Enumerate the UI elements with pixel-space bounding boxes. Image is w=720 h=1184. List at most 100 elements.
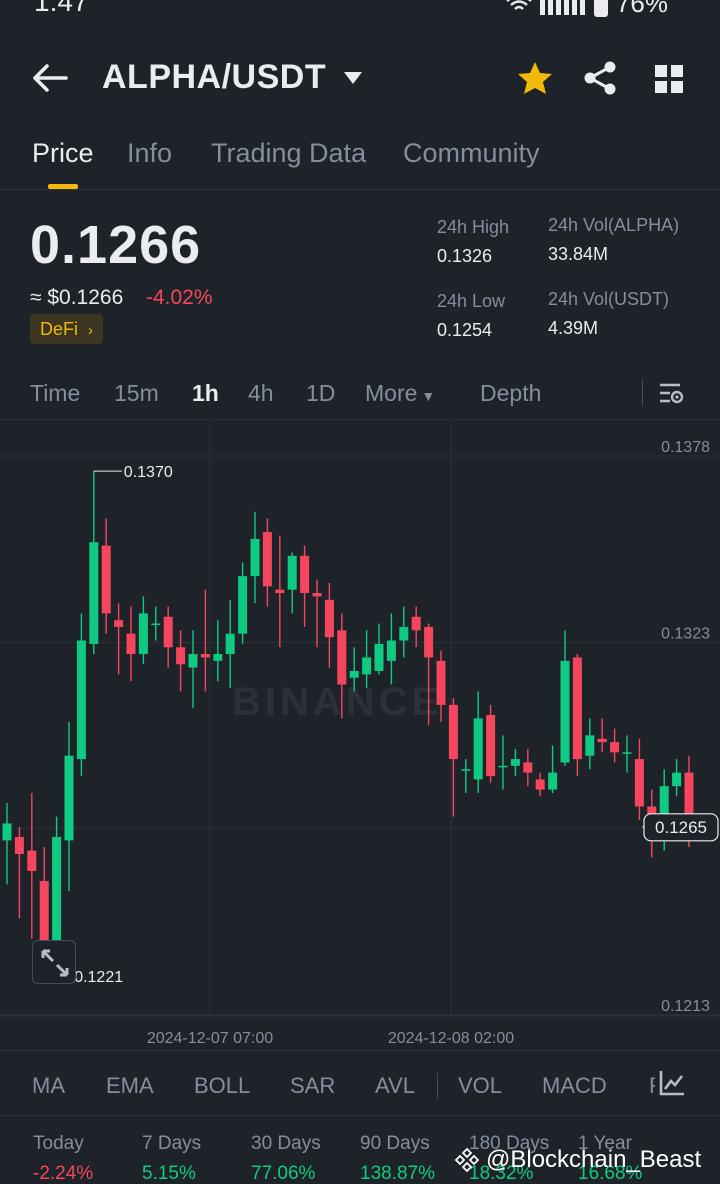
candle-body [461,769,471,771]
vol-quote-label: 24h Vol(USDT) [548,289,670,309]
candle-body [597,738,607,743]
battery-icon [593,0,608,17]
candle-body [188,654,198,668]
chart-settings-icon[interactable] [658,380,686,408]
vol-base-value: 33.84M [548,244,609,264]
category-tag[interactable]: DeFi › [30,314,104,344]
candle-body [114,620,124,627]
candle-body [76,640,86,760]
candle-body [312,593,322,597]
grid-menu-icon[interactable] [654,64,684,94]
candle-body [300,555,310,594]
low-label: 24h Low [437,291,506,311]
battery-level: 76% [615,0,668,18]
candle-body [176,647,186,665]
interval-more[interactable]: More ▼ [365,380,435,407]
indicator-sar[interactable]: SAR [290,1073,335,1099]
candle-body [386,640,396,661]
caret-down-icon: ▼ [421,388,436,404]
candle-body [126,633,136,655]
back-arrow-icon[interactable] [30,60,70,96]
interval-4h[interactable]: 4h [248,380,274,407]
candle-body [337,630,347,685]
interval-more-label: More [365,380,418,406]
pair-title[interactable]: ALPHA/USDT [102,58,326,97]
indicator-macd[interactable]: MACD [542,1073,607,1099]
candle-body [411,616,421,631]
indicator-partial[interactable]: R [649,1073,655,1099]
candle-body [672,772,682,787]
perf-value: 5.15% [142,1163,196,1184]
candle-body [349,670,359,678]
candle-body [225,633,235,655]
candle-body [27,850,37,871]
candle-body [324,599,334,638]
candle-body [89,542,99,644]
vol-quote-value: 4.39M [548,318,599,338]
indicator-boll[interactable]: BOLL [194,1073,250,1099]
perf-value: 77.06% [251,1163,316,1184]
tab-price[interactable]: Price [32,138,94,169]
status-time: 1:47 [34,0,89,17]
favorite-star-icon[interactable] [516,60,554,98]
candle-body [523,762,533,773]
indicator-settings-icon[interactable] [658,1069,686,1097]
price-axis-label: 0.1323 [661,625,710,642]
candle-body [250,538,260,577]
candle-body [535,779,545,790]
high-value: 0.1326 [437,246,493,266]
vol-base-label: 24h Vol(ALPHA) [548,215,680,235]
fullscreen-button[interactable] [32,940,76,984]
candle-body [572,657,582,760]
interval-1d[interactable]: 1D [306,380,335,407]
candle-body [436,660,446,705]
tab-info[interactable]: Info [127,138,172,169]
high-label: 24h High [437,217,510,237]
indicator-ma[interactable]: MA [32,1073,65,1099]
category-tag-label: DeFi [40,319,79,339]
divider [437,1073,438,1099]
divider [642,380,643,406]
perf-value: -2.24% [33,1163,94,1184]
credit-text: @Blockchain_Beast [486,1146,702,1173]
low-marker-label: 0.1221 [74,969,123,986]
candle-body [399,626,409,641]
candle-body [64,755,74,841]
wifi-icon [506,0,532,10]
candle-body [424,626,434,658]
perf-label: 30 Days [251,1133,321,1154]
tab-trading-data[interactable]: Trading Data [211,138,366,169]
indicator-ema[interactable]: EMA [106,1073,154,1099]
time-axis-label: 2024-12-08 02:00 [388,1030,514,1047]
interval-15m[interactable]: 15m [114,380,159,407]
perf-label: 7 Days [142,1133,202,1154]
candle-body [238,576,248,634]
candle-body [2,823,12,841]
interval-1h[interactable]: 1h [192,380,219,407]
chevron-right-icon: › [88,322,94,339]
indicator-avl[interactable]: AVL [375,1073,415,1099]
chevron-down-icon[interactable] [342,70,364,86]
candle-body [14,836,24,854]
candle-body [498,765,508,768]
page-tabs: Price Info Trading Data Community [0,132,720,190]
candle-body [585,735,595,756]
interval-bar: Time 15m 1h 4h 1D More ▼ Depth [0,370,720,420]
tab-community[interactable]: Community [403,138,540,169]
candle-body [634,759,644,807]
active-tab-indicator [48,184,78,189]
candle-body [200,654,210,658]
indicator-vol[interactable]: VOL [458,1073,502,1099]
candlestick-chart[interactable]: 0.13780.13230.12680.12132024-12-07 07:00… [0,421,720,1051]
candle-body [362,657,372,675]
interval-depth[interactable]: Depth [480,380,541,407]
candle-body [548,772,558,790]
pair-header: ALPHA/USDT [0,44,720,114]
candle-body [262,532,272,587]
candle-body [610,742,620,753]
perf-label: 90 Days [360,1133,430,1154]
credit-watermark: @Blockchain_Beast [454,1146,701,1174]
interval-time[interactable]: Time [30,380,80,407]
candle-body [275,589,285,594]
share-icon[interactable] [582,60,618,96]
